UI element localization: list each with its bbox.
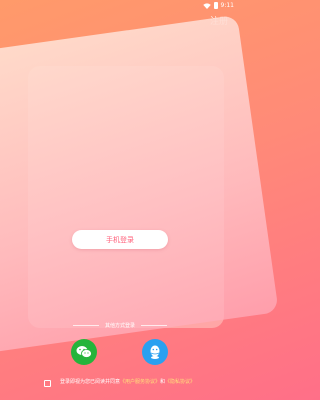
wifi-icon: [202, 2, 211, 9]
user-agreement-link[interactable]: 《用户服务协议》: [120, 379, 160, 385]
wechat-login-button[interactable]: [71, 339, 97, 365]
status-icons: 9:11: [202, 2, 234, 9]
qq-icon: [150, 345, 160, 359]
battery-icon: [213, 2, 218, 9]
agreement-prefix: 登录即视为您已阅读并同意: [60, 379, 121, 385]
decorative-card-front: [0, 14, 279, 356]
wechat-icon: [76, 346, 92, 358]
agreement-text: 登录即视为您已阅读并同意《用户服务协议》和《隐私协议》: [60, 378, 210, 386]
divider-left: [72, 325, 99, 326]
other-login-divider: 其他方式登录: [0, 322, 240, 329]
privacy-policy-link[interactable]: 《隐私协议》: [165, 379, 195, 385]
status-bar: 9:11: [0, 0, 240, 12]
divider-right: [141, 325, 167, 326]
agreement-checkbox[interactable]: [44, 380, 51, 387]
phone-login-button[interactable]: 手机登录: [72, 230, 168, 249]
status-time: 9:11: [220, 2, 234, 9]
qq-login-button[interactable]: [142, 339, 168, 365]
other-login-label: 其他方式登录: [104, 323, 135, 329]
